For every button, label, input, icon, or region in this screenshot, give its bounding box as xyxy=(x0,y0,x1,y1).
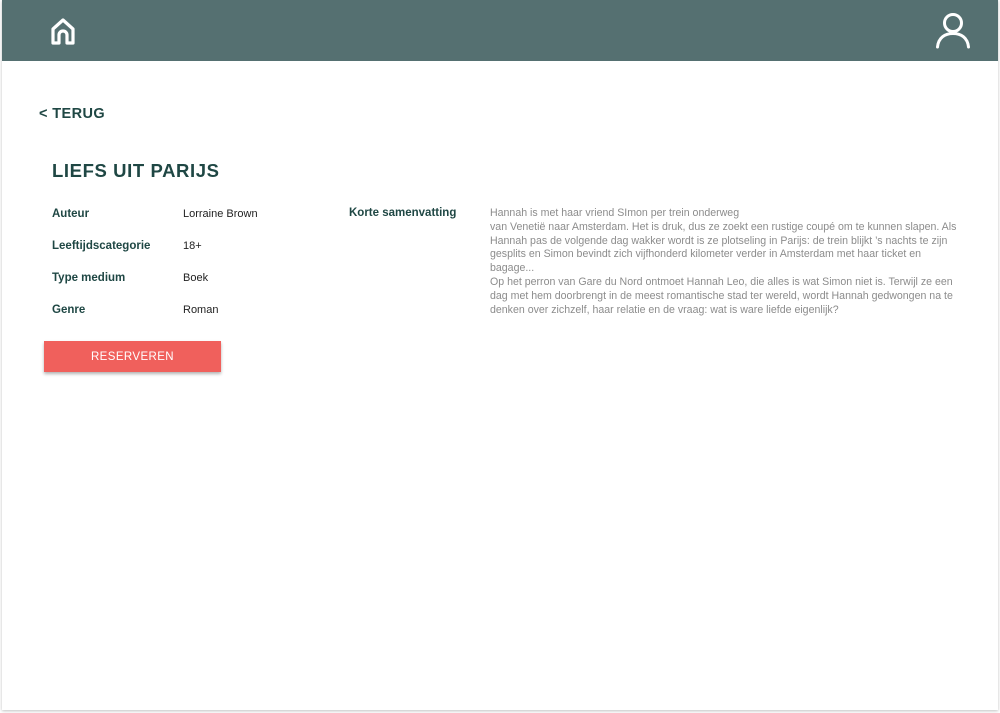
age-category-label: Leeftijdscategorie xyxy=(52,240,151,252)
summary-paragraph: Hannah is met haar vriend SImon per trei… xyxy=(490,207,740,219)
user-profile-button[interactable] xyxy=(932,9,974,51)
age-category-value: 18+ xyxy=(183,240,202,252)
summary-label: Korte samenvatting xyxy=(349,207,457,219)
summary-paragraph: van Venetië naar Amsterdam. Het is druk,… xyxy=(490,220,957,275)
user-icon xyxy=(936,13,970,49)
app-window: < TERUG LIEFS UIT PARIJS Auteur Lorraine… xyxy=(2,0,998,710)
reserve-button[interactable]: RESERVEREN xyxy=(44,341,221,372)
summary-paragraph: Op het perron van Gare du Nord ontmoet H… xyxy=(490,275,953,316)
media-type-value: Boek xyxy=(183,272,209,284)
page-title: LIEFS UIT PARIJS xyxy=(52,160,220,181)
summary-text: Hannah is met haar vriend SImon per trei… xyxy=(490,207,960,317)
media-type-label: Type medium xyxy=(52,272,126,284)
home-button[interactable] xyxy=(44,12,82,50)
author-value: Lorraine Brown xyxy=(183,208,258,220)
top-navigation-bar xyxy=(2,0,998,61)
genre-label: Genre xyxy=(52,304,86,316)
author-label: Auteur xyxy=(52,208,90,220)
back-link[interactable]: < TERUG xyxy=(39,106,105,122)
genre-value: Roman xyxy=(183,304,219,316)
home-icon xyxy=(51,18,75,45)
